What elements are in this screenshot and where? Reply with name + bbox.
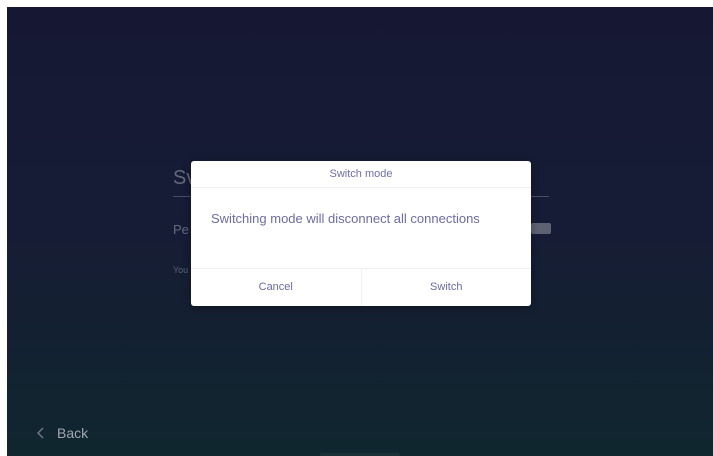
cancel-button[interactable]: Cancel xyxy=(191,269,361,306)
app-screen: Sv Pe You Back Switch mode Switching mod… xyxy=(7,7,713,456)
switch-button[interactable]: Switch xyxy=(360,269,532,306)
dialog-actions: Cancel Switch xyxy=(191,268,531,306)
dialog-message: Switching mode will disconnect all conne… xyxy=(211,211,480,226)
dialog-title: Switch mode xyxy=(191,161,531,188)
switch-mode-dialog: Switch mode Switching mode will disconne… xyxy=(191,161,531,306)
